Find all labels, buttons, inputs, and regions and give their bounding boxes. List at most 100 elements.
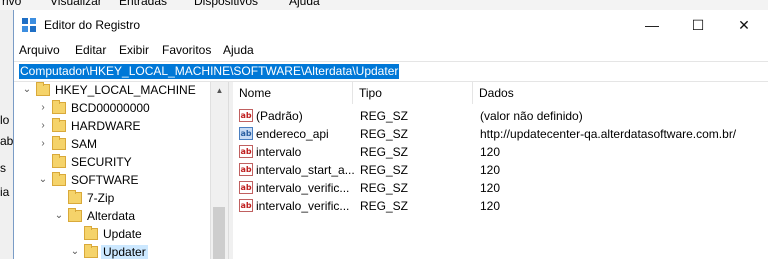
tree-vertical-scrollbar[interactable]: ▲ xyxy=(210,82,228,259)
tree-item-label: Update xyxy=(103,227,142,241)
tree-item-label: SECURITY xyxy=(71,155,132,169)
value-name: (Padrão) xyxy=(256,109,303,123)
menu-arquivo[interactable]: Arquivo xyxy=(19,43,60,57)
value-type: REG_SZ xyxy=(360,145,409,159)
value-data: 120 xyxy=(480,181,501,195)
background-fragment: lo xyxy=(0,113,10,127)
close-button[interactable]: ✕ xyxy=(721,10,767,40)
tree-item-update[interactable]: Update xyxy=(14,226,210,244)
folder-icon xyxy=(68,190,82,204)
value-data: (valor não definido) xyxy=(480,109,583,123)
background-menu-item: Entradas xyxy=(119,0,168,8)
tree-item-security[interactable]: SECURITY xyxy=(14,154,210,172)
title-bar[interactable]: Editor do Registro — ☐ ✕ xyxy=(14,10,768,40)
background-app-sidebar: lo ab s ia xyxy=(0,10,14,259)
menu-editar[interactable]: Editar xyxy=(75,43,106,57)
folder-icon xyxy=(52,136,66,150)
window-title: Editor do Registro xyxy=(44,18,141,32)
string-value-icon: ab xyxy=(239,109,253,122)
tree-item-label: BCD00000000 xyxy=(71,101,150,115)
values-list: Nome Tipo Dados ab (Padrão) REG_SZ (valo… xyxy=(233,82,768,259)
tree-item-bcd[interactable]: › BCD00000000 xyxy=(14,100,210,118)
tree-item-label: HKEY_LOCAL_MACHINE xyxy=(55,83,196,97)
background-fragment: s xyxy=(0,161,6,175)
value-row[interactable]: ab intervalo_verific... REG_SZ 120 xyxy=(233,197,768,215)
tree-item-label: SOFTWARE xyxy=(71,173,139,187)
background-fragment: ab xyxy=(0,134,14,148)
expand-arrow-icon[interactable]: › xyxy=(38,138,48,149)
tree-item-hardware[interactable]: › HARDWARE xyxy=(14,118,210,136)
collapse-arrow-icon[interactable]: ⌄ xyxy=(54,210,64,221)
tree-item-software[interactable]: ⌄ SOFTWARE xyxy=(14,172,210,190)
expand-arrow-icon[interactable]: › xyxy=(38,120,48,131)
background-menu-item: Ajuda xyxy=(289,0,320,8)
collapse-arrow-icon[interactable]: ⌄ xyxy=(70,246,80,257)
expand-arrow-icon[interactable]: › xyxy=(38,102,48,113)
tree-item-label: Alterdata xyxy=(87,209,136,223)
column-header-name[interactable]: Nome xyxy=(233,82,353,104)
folder-open-icon xyxy=(68,208,82,222)
registry-key-tree: ⌄ HKEY_LOCAL_MACHINE › BCD00000000 › HAR… xyxy=(14,82,228,259)
value-row[interactable]: ab intervalo_verific... REG_SZ 120 xyxy=(233,179,768,197)
scrollbar-thumb[interactable] xyxy=(213,207,225,259)
value-type: REG_SZ xyxy=(360,199,409,213)
scroll-up-arrow-icon[interactable]: ▲ xyxy=(211,82,228,99)
tree-item-updater[interactable]: ⌄ Updater xyxy=(14,244,210,259)
value-data: 120 xyxy=(480,163,501,177)
value-type: REG_SZ xyxy=(360,181,409,195)
value-data: 120 xyxy=(480,199,501,213)
string-value-icon: ab xyxy=(239,199,253,212)
string-value-icon: ab xyxy=(239,145,253,158)
folder-open-icon xyxy=(52,172,66,186)
menu-ajuda[interactable]: Ajuda xyxy=(223,43,254,57)
value-type: REG_SZ xyxy=(360,109,409,123)
column-header-data[interactable]: Dados xyxy=(473,82,768,104)
collapse-arrow-icon[interactable]: ⌄ xyxy=(38,174,48,185)
regedit-app-icon xyxy=(22,18,36,32)
collapse-arrow-icon[interactable]: ⌄ xyxy=(22,84,32,95)
value-row[interactable]: ab endereco_api REG_SZ http://updatecent… xyxy=(233,125,768,143)
minimize-button[interactable]: — xyxy=(629,10,675,40)
tree-item-sam[interactable]: › SAM xyxy=(14,136,210,154)
address-path[interactable]: Computador\HKEY_LOCAL_MACHINE\SOFTWARE\A… xyxy=(19,64,400,79)
tree-item-label: 7-Zip xyxy=(87,191,115,205)
menu-exibir[interactable]: Exibir xyxy=(119,43,149,57)
tree-item-hklm[interactable]: ⌄ HKEY_LOCAL_MACHINE xyxy=(14,82,210,100)
value-data: 120 xyxy=(480,145,501,159)
folder-open-icon xyxy=(36,82,50,96)
value-type: REG_SZ xyxy=(360,127,409,141)
background-menubar: rivo Visualizar Entradas Dispositivos Aj… xyxy=(0,0,768,10)
value-row[interactable]: ab intervalo REG_SZ 120 xyxy=(233,143,768,161)
folder-open-icon xyxy=(84,244,98,258)
value-row[interactable]: ab intervalo_start_a... REG_SZ 120 xyxy=(233,161,768,179)
tree-item-7zip[interactable]: 7-Zip xyxy=(14,190,210,208)
value-name: intervalo_start_a... xyxy=(256,163,355,177)
background-fragment: ia xyxy=(0,185,10,199)
maximize-button[interactable]: ☐ xyxy=(675,10,721,40)
menu-bar: Arquivo Editar Exibir Favoritos Ajuda xyxy=(14,40,768,60)
background-menu-item: Dispositivos xyxy=(194,0,259,8)
value-type: REG_SZ xyxy=(360,163,409,177)
string-value-icon: ab xyxy=(239,163,253,176)
background-menu-item: rivo xyxy=(2,0,22,8)
column-header-type[interactable]: Tipo xyxy=(353,82,473,104)
value-name: endereco_api xyxy=(256,127,329,141)
background-menu-item: Visualizar xyxy=(50,0,102,8)
address-bar[interactable]: Computador\HKEY_LOCAL_MACHINE\SOFTWARE\A… xyxy=(14,61,768,82)
value-name: intervalo_verific... xyxy=(256,199,350,213)
menu-favoritos[interactable]: Favoritos xyxy=(162,43,211,57)
folder-icon xyxy=(52,100,66,114)
value-data: http://updatecenter-qa.alterdatasoftware… xyxy=(480,127,737,141)
folder-icon xyxy=(52,118,66,132)
string-value-icon: ab xyxy=(239,127,253,140)
registry-editor-window: Editor do Registro — ☐ ✕ Arquivo Editar … xyxy=(13,10,768,259)
tree-item-alterdata[interactable]: ⌄ Alterdata xyxy=(14,208,210,226)
string-value-icon: ab xyxy=(239,181,253,194)
tree-item-label: Updater xyxy=(101,245,148,259)
tree-item-label: HARDWARE xyxy=(71,119,141,133)
value-name: intervalo_verific... xyxy=(256,181,350,195)
folder-icon xyxy=(84,226,98,240)
value-row[interactable]: ab (Padrão) REG_SZ (valor não definido) xyxy=(233,107,768,125)
value-name: intervalo xyxy=(256,145,302,159)
folder-icon xyxy=(52,154,66,168)
